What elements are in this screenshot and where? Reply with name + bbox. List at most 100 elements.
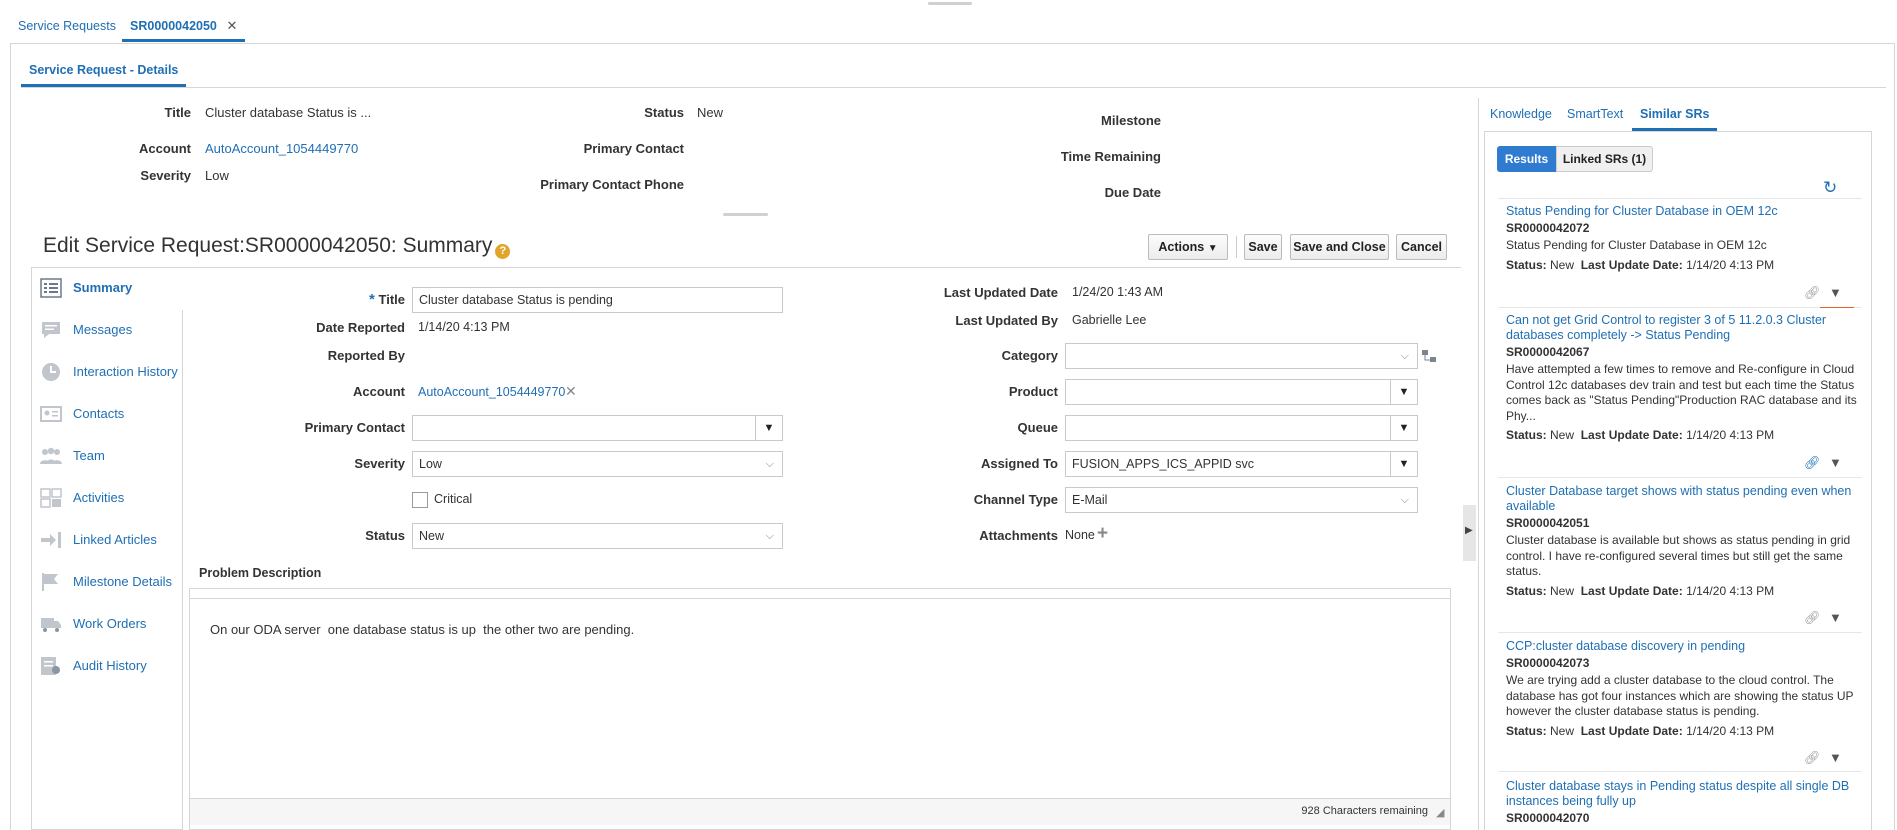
channel-type-select[interactable]: E-Mail ⌵ (1065, 487, 1418, 513)
right-tab-knowledge[interactable]: Knowledge (1490, 107, 1552, 121)
link-icon[interactable]: 🔗︎ (1804, 285, 1821, 301)
header-account-label: Account (139, 141, 191, 156)
remove-account-icon[interactable]: ✕ (565, 383, 577, 400)
result-description: Have attempted a few times to remove and… (1506, 362, 1857, 423)
assigned-to-select[interactable]: FUSION_APPS_ICS_APPID svc ▼ (1065, 451, 1418, 477)
sidebar-item-milestone-details[interactable]: Milestone Details (40, 562, 180, 604)
last-updated-date-value: 1/24/20 1:43 AM (1072, 285, 1164, 299)
team-icon (40, 447, 62, 464)
dropdown-arrow-icon[interactable]: ▼ (755, 416, 782, 440)
sidebar-item-contacts[interactable]: Contacts (40, 394, 180, 436)
result-title-link[interactable]: Can not get Grid Control to register 3 o… (1506, 313, 1858, 343)
help-icon[interactable]: ? (495, 244, 511, 259)
header-time-remaining-label: Time Remaining (1060, 149, 1161, 164)
product-select[interactable]: ▼ (1065, 379, 1418, 405)
sidebar-item-label: Activities (73, 490, 125, 505)
required-star: * (369, 291, 375, 308)
chevron-down-icon: ▼ (1207, 243, 1218, 254)
queue-select[interactable]: ▼ (1065, 415, 1418, 441)
collapse-panel-toggle[interactable]: ▶ (1463, 505, 1476, 561)
dropdown-arrow-icon[interactable]: ▼ (1390, 380, 1417, 404)
thumbs-down-icon[interactable]: ▼ (1829, 455, 1842, 470)
close-icon[interactable]: ✕ (227, 18, 238, 33)
thumbs-down-icon[interactable]: ▼ (1829, 285, 1842, 300)
header-primary-contact-phone-label: Primary Contact Phone (540, 177, 684, 192)
title-input[interactable]: Cluster database Status is pending (412, 287, 783, 313)
sidebar-item-work-orders[interactable]: Work Orders (40, 604, 180, 646)
category-tree-icon[interactable] (1421, 349, 1437, 365)
tab-sr-detail[interactable]: SR0000042050 ✕ (122, 13, 246, 42)
primary-contact-field-label: Primary Contact (304, 420, 405, 435)
account-field-label: Account (353, 384, 405, 399)
link-icon[interactable]: 🔗︎ (1804, 455, 1821, 471)
result-title-link[interactable]: Status Pending for Cluster Database in O… (1506, 204, 1858, 219)
status-select[interactable]: New ⌵ (412, 523, 783, 549)
header-splitter-handle[interactable] (723, 213, 768, 216)
tab-service-requests[interactable]: Service Requests (18, 19, 116, 33)
dropdown-arrow-icon[interactable]: ▼ (1390, 452, 1417, 476)
category-label: Category (1001, 348, 1058, 363)
tab-sr-label: SR0000042050 (130, 19, 217, 33)
severity-field-label: Severity (354, 456, 405, 471)
actions-button[interactable]: Actions ▼ (1148, 234, 1228, 260)
thumbs-down-icon[interactable]: ▼ (1829, 610, 1842, 625)
top-drag-handle[interactable] (928, 2, 972, 5)
status-value: New (1550, 583, 1575, 598)
sidebar-item-interaction-history[interactable]: Interaction History (40, 352, 180, 394)
sidebar-item-team[interactable]: Team (40, 436, 180, 478)
result-title-link[interactable]: Cluster Database target shows with statu… (1506, 484, 1858, 514)
last-update-value: 1/14/20 4:13 PM (1686, 723, 1775, 738)
sidebar-item-label: Work Orders (73, 616, 147, 631)
dropdown-arrow-icon[interactable]: ▼ (1390, 416, 1417, 440)
header-due-date-label: Due Date (1104, 185, 1161, 200)
card-divider (1498, 477, 1862, 478)
critical-checkbox[interactable] (412, 492, 428, 508)
cancel-button[interactable]: Cancel (1396, 234, 1447, 260)
sidebar-item-activities[interactable]: Activities (40, 478, 180, 520)
subtab-details[interactable]: Service Request - Details (21, 59, 187, 87)
right-panel-border (1478, 98, 1479, 830)
result-number: SR0000042072 (1506, 221, 1590, 235)
assigned-to-label: Assigned To (980, 456, 1058, 471)
refresh-icon[interactable]: ↻ (1823, 178, 1837, 198)
subtab-baseline (21, 87, 1886, 88)
results-toggle-button[interactable]: Results (1497, 146, 1556, 172)
result-number: SR0000042070 (1506, 811, 1590, 825)
add-attachment-icon[interactable]: + (1097, 523, 1108, 545)
thumbs-down-icon[interactable]: ▼ (1829, 750, 1842, 765)
sidebar-rest-border (183, 268, 184, 310)
link-icon[interactable]: 🔗︎ (1804, 750, 1821, 766)
status-key: Status: (1506, 723, 1547, 738)
linked-srs-toggle-button[interactable]: Linked SRs (1) (1556, 146, 1653, 172)
severity-select[interactable]: Low ⌵ (412, 451, 783, 477)
header-account-link[interactable]: AutoAccount_1054449770 (205, 141, 358, 156)
save-and-close-button[interactable]: Save and Close (1290, 234, 1389, 260)
primary-contact-select[interactable]: ▼ (412, 415, 783, 441)
result-title-link[interactable]: CCP:cluster database discovery in pendin… (1506, 639, 1858, 654)
resize-grip-icon[interactable]: ◢ (1436, 806, 1444, 819)
sidebar-item-label: Audit History (73, 658, 147, 673)
header-primary-contact-label: Primary Contact (583, 141, 684, 156)
category-select[interactable]: ⌵ (1065, 343, 1418, 369)
sidebar-item-linked-articles[interactable]: Linked Articles (40, 520, 180, 562)
right-tab-smarttext[interactable]: SmartText (1567, 107, 1623, 121)
result-title-link[interactable]: Cluster database stays in Pending status… (1506, 779, 1858, 809)
sidebar-item-summary[interactable]: Summary (40, 268, 180, 310)
save-button[interactable]: Save (1244, 234, 1282, 260)
result-number: SR0000042051 (1506, 516, 1590, 530)
result-description: We are trying add a cluster database to … (1506, 673, 1854, 718)
link-icon[interactable]: 🔗︎ (1804, 610, 1821, 626)
last-update-key: Last Update Date: (1580, 257, 1683, 272)
sidebar-item-messages[interactable]: Messages (40, 310, 180, 352)
header-severity-value: Low (205, 168, 229, 183)
sidebar-item-audit-history[interactable]: Audit History (40, 646, 180, 688)
status-value: New (1550, 723, 1575, 738)
edit-divider (31, 267, 1461, 268)
result-description: Status Pending for Cluster Database in O… (1506, 238, 1767, 252)
account-link[interactable]: AutoAccount_1054449770 (418, 385, 565, 399)
problem-description-editor[interactable]: On our ODA server one database status is… (190, 598, 1450, 798)
severity-selected: Low (419, 457, 442, 471)
reported-by-label: Reported By (327, 348, 405, 363)
right-tab-similar-srs[interactable]: Similar SRs (1632, 101, 1718, 131)
title-field-label: * Title (300, 291, 405, 308)
